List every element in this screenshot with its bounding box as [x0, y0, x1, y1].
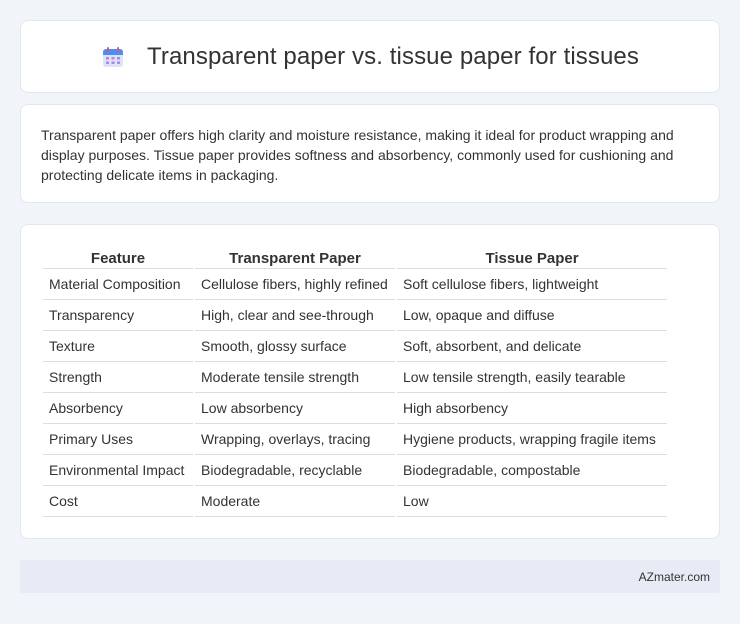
table-row: Absorbency Low absorbency High absorbenc… — [43, 393, 667, 424]
table-row: Strength Moderate tensile strength Low t… — [43, 362, 667, 393]
cell-feature: Cost — [43, 486, 193, 517]
cell-feature: Material Composition — [43, 269, 193, 300]
table-row: Texture Smooth, glossy surface Soft, abs… — [43, 331, 667, 362]
cell-tissue: Low, opaque and diffuse — [397, 300, 667, 331]
cell-transparent: Cellulose fibers, highly refined — [195, 269, 395, 300]
cell-tissue: Soft cellulose fibers, lightweight — [397, 269, 667, 300]
table-row: Primary Uses Wrapping, overlays, tracing… — [43, 424, 667, 455]
cell-feature: Primary Uses — [43, 424, 193, 455]
comparison-table: Feature Transparent Paper Tissue Paper M… — [41, 247, 669, 517]
table-row: Material Composition Cellulose fibers, h… — [43, 269, 667, 300]
cell-transparent: Wrapping, overlays, tracing — [195, 424, 395, 455]
cell-tissue: Low tensile strength, easily tearable — [397, 362, 667, 393]
header-tissue-paper: Tissue Paper — [397, 247, 667, 269]
page-title: Transparent paper vs. tissue paper for t… — [147, 42, 639, 70]
cell-transparent: Smooth, glossy surface — [195, 331, 395, 362]
cell-tissue: Soft, absorbent, and delicate — [397, 331, 667, 362]
footer-site-name: AZmater.com — [638, 569, 710, 584]
footer: AZmater.com — [20, 560, 720, 593]
calendar-icon — [101, 45, 125, 69]
title-card: Transparent paper vs. tissue paper for t… — [20, 20, 720, 93]
cell-tissue: Hygiene products, wrapping fragile items — [397, 424, 667, 455]
table-row: Cost Moderate Low — [43, 486, 667, 517]
header-transparent-paper: Transparent Paper — [195, 247, 395, 269]
cell-feature: Absorbency — [43, 393, 193, 424]
cell-transparent: Low absorbency — [195, 393, 395, 424]
table-row: Environmental Impact Biodegradable, recy… — [43, 455, 667, 486]
cell-tissue: Biodegradable, compostable — [397, 455, 667, 486]
table-header-row: Feature Transparent Paper Tissue Paper — [43, 247, 667, 269]
cell-feature: Strength — [43, 362, 193, 393]
cell-transparent: Moderate tensile strength — [195, 362, 395, 393]
summary-text: Transparent paper offers high clarity an… — [41, 127, 674, 183]
cell-transparent: Biodegradable, recyclable — [195, 455, 395, 486]
cell-feature: Environmental Impact — [43, 455, 193, 486]
cell-transparent: Moderate — [195, 486, 395, 517]
cell-tissue: Low — [397, 486, 667, 517]
cell-feature: Transparency — [43, 300, 193, 331]
header-feature: Feature — [43, 247, 193, 269]
table-row: Transparency High, clear and see-through… — [43, 300, 667, 331]
summary-card: Transparent paper offers high clarity an… — [20, 104, 720, 203]
cell-feature: Texture — [43, 331, 193, 362]
comparison-card: Feature Transparent Paper Tissue Paper M… — [20, 224, 720, 539]
cell-transparent: High, clear and see-through — [195, 300, 395, 331]
cell-tissue: High absorbency — [397, 393, 667, 424]
